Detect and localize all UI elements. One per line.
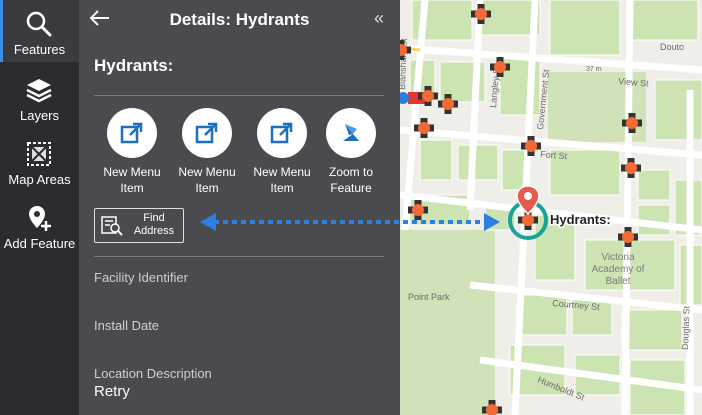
callout-label: Hydrants: xyxy=(550,212,611,227)
rail-item-label: Features xyxy=(13,42,66,57)
zoom-to-feature-icon xyxy=(343,124,359,141)
field-label-install-date: Install Date xyxy=(94,318,160,333)
menu-button-label: New Menu Item xyxy=(253,165,311,195)
street-label-douglas-st: Douglas St xyxy=(680,305,692,350)
divider xyxy=(94,256,384,257)
open-external-icon xyxy=(195,122,218,144)
svg-text:Ballet: Ballet xyxy=(605,276,630,287)
field-label-location-description: Location Description xyxy=(94,366,212,381)
elevation-label: 37 m xyxy=(586,66,602,73)
rail-item-add-feature[interactable]: Add Feature xyxy=(0,194,79,256)
menu-button-circle xyxy=(257,108,307,158)
menu-button-circle xyxy=(107,108,157,158)
field-label-facility-identifier: Facility Identifier xyxy=(94,270,188,285)
map-view[interactable]: View St Fort St Courtney St Humboldt St … xyxy=(400,0,702,415)
field-value-location-description: Retry xyxy=(94,383,130,400)
menu-button-label: Zoom to Feature xyxy=(328,165,373,195)
menu-button-circle xyxy=(326,108,376,158)
menu-button-circle xyxy=(182,108,232,158)
map-canvas[interactable]: View St Fort St Courtney St Humboldt St … xyxy=(400,0,702,415)
menu-button-new-menu-item-3[interactable]: New Menu Item xyxy=(244,108,320,196)
collapse-panel-icon[interactable]: « xyxy=(374,8,384,29)
menu-button-label: New Menu Item xyxy=(103,165,161,195)
rail-item-label: Map Areas xyxy=(8,172,71,187)
double-arrow-annotation xyxy=(200,213,500,231)
find-address-button[interactable]: Find Address xyxy=(94,208,184,243)
add-feature-icon xyxy=(29,206,51,231)
rail-item-features[interactable]: Features xyxy=(0,0,79,62)
street-label-douto: Douto xyxy=(660,42,684,52)
panel-title: Details: Hydrants xyxy=(169,10,310,29)
menu-button-new-menu-item-2[interactable]: New Menu Item xyxy=(169,108,245,196)
find-address-icon xyxy=(101,216,123,236)
divider xyxy=(94,95,384,96)
menu-button-new-menu-item-1[interactable]: New Menu Item xyxy=(94,108,170,196)
rail-item-label: Layers xyxy=(19,108,60,123)
menu-button-label: New Menu Item xyxy=(178,165,236,195)
open-external-icon xyxy=(120,122,143,144)
search-icon xyxy=(26,11,52,37)
park-label: Point Park xyxy=(408,292,450,302)
park-area xyxy=(400,230,495,415)
svg-text:Victoria: Victoria xyxy=(601,252,635,263)
map-areas-icon xyxy=(27,142,51,166)
left-rail: Features Layers Map Areas Add Feature xyxy=(0,0,79,415)
details-panel: Details: Hydrants « Hydrants: New Menu I… xyxy=(79,0,400,415)
svg-text:Academy of: Academy of xyxy=(592,264,645,275)
open-external-icon xyxy=(270,122,293,144)
find-address-label: Find Address xyxy=(133,212,175,237)
layers-icon xyxy=(26,79,52,103)
rail-item-map-areas[interactable]: Map Areas xyxy=(0,130,79,192)
rail-item-layers[interactable]: Layers xyxy=(0,66,79,128)
menu-button-zoom-to-feature[interactable]: Zoom to Feature xyxy=(313,108,389,196)
feature-title: Hydrants: xyxy=(94,56,174,75)
rail-item-label: Add Feature xyxy=(3,236,76,251)
